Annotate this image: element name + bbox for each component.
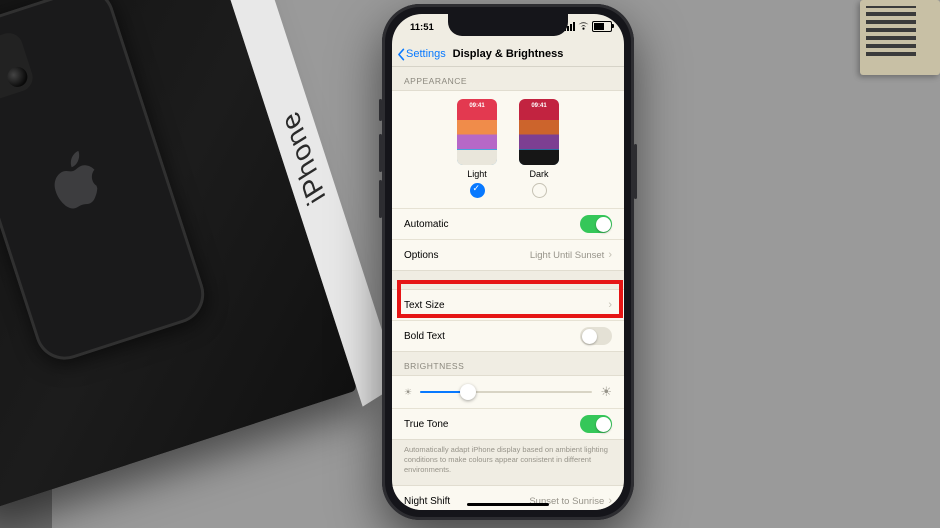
true-tone-label: True Tone <box>404 419 448 430</box>
bold-text-row[interactable]: Bold Text <box>392 320 624 351</box>
appearance-light-option[interactable]: 09:41 Light <box>457 99 497 198</box>
screen: 11:51 Settings Display & Brightness APPE… <box>392 14 624 510</box>
bold-text-toggle[interactable] <box>580 327 612 345</box>
settings-content[interactable]: APPEARANCE 09:41 Light 09:41 Dark <box>392 67 624 510</box>
light-radio[interactable] <box>470 183 485 198</box>
text-size-row[interactable]: Text Size › <box>392 290 624 320</box>
box-side-label: iPhone <box>208 0 399 407</box>
sun-small-icon: ☀ <box>404 387 412 398</box>
status-time: 11:51 <box>410 22 434 33</box>
appearance-dark-option[interactable]: 09:41 Dark <box>519 99 559 198</box>
appearance-header: APPEARANCE <box>392 67 624 90</box>
background-prop <box>860 0 940 75</box>
home-indicator[interactable] <box>467 503 549 506</box>
options-value: Light Until Sunset <box>530 250 604 261</box>
options-label: Options <box>404 250 438 261</box>
photo-scene: iPhone 11:51 Settings Display <box>0 0 940 528</box>
dark-label: Dark <box>529 169 548 179</box>
true-tone-row[interactable]: True Tone <box>392 408 624 439</box>
notch <box>448 14 568 36</box>
chevron-left-icon <box>397 48 406 61</box>
light-thumbnail: 09:41 <box>457 99 497 165</box>
true-tone-toggle[interactable] <box>580 415 612 433</box>
wifi-icon <box>578 22 589 31</box>
dark-radio[interactable] <box>532 183 547 198</box>
iphone-device: 11:51 Settings Display & Brightness APPE… <box>382 4 634 520</box>
options-row[interactable]: Options Light Until Sunset › <box>392 239 624 270</box>
text-size-label: Text Size <box>404 300 445 311</box>
brightness-slider[interactable] <box>420 391 592 393</box>
night-shift-label: Night Shift <box>404 496 450 507</box>
brightness-slider-row[interactable]: ☀ ☀ <box>392 376 624 408</box>
battery-icon <box>592 21 612 32</box>
back-button[interactable]: Settings <box>392 48 446 61</box>
nav-bar: Settings Display & Brightness <box>392 42 624 67</box>
light-label: Light <box>467 169 487 179</box>
iphone-box: iPhone <box>0 0 357 515</box>
chevron-right-icon: › <box>608 299 612 311</box>
true-tone-footnote: Automatically adapt iPhone display based… <box>392 440 624 485</box>
automatic-row[interactable]: Automatic <box>392 208 624 239</box>
chevron-right-icon: › <box>608 249 612 261</box>
page-title: Display & Brightness <box>453 48 564 60</box>
night-shift-row[interactable]: Night Shift Sunset to Sunrise› <box>392 486 624 510</box>
automatic-toggle[interactable] <box>580 215 612 233</box>
brightness-header: BRIGHTNESS <box>392 352 624 375</box>
apple-logo-icon <box>46 147 107 214</box>
bold-text-label: Bold Text <box>404 331 445 342</box>
box-phone-print <box>0 0 212 368</box>
automatic-label: Automatic <box>404 219 448 230</box>
chevron-right-icon: › <box>608 495 612 507</box>
dark-thumbnail: 09:41 <box>519 99 559 165</box>
sun-large-icon: ☀ <box>600 384 612 400</box>
back-label: Settings <box>406 48 446 60</box>
